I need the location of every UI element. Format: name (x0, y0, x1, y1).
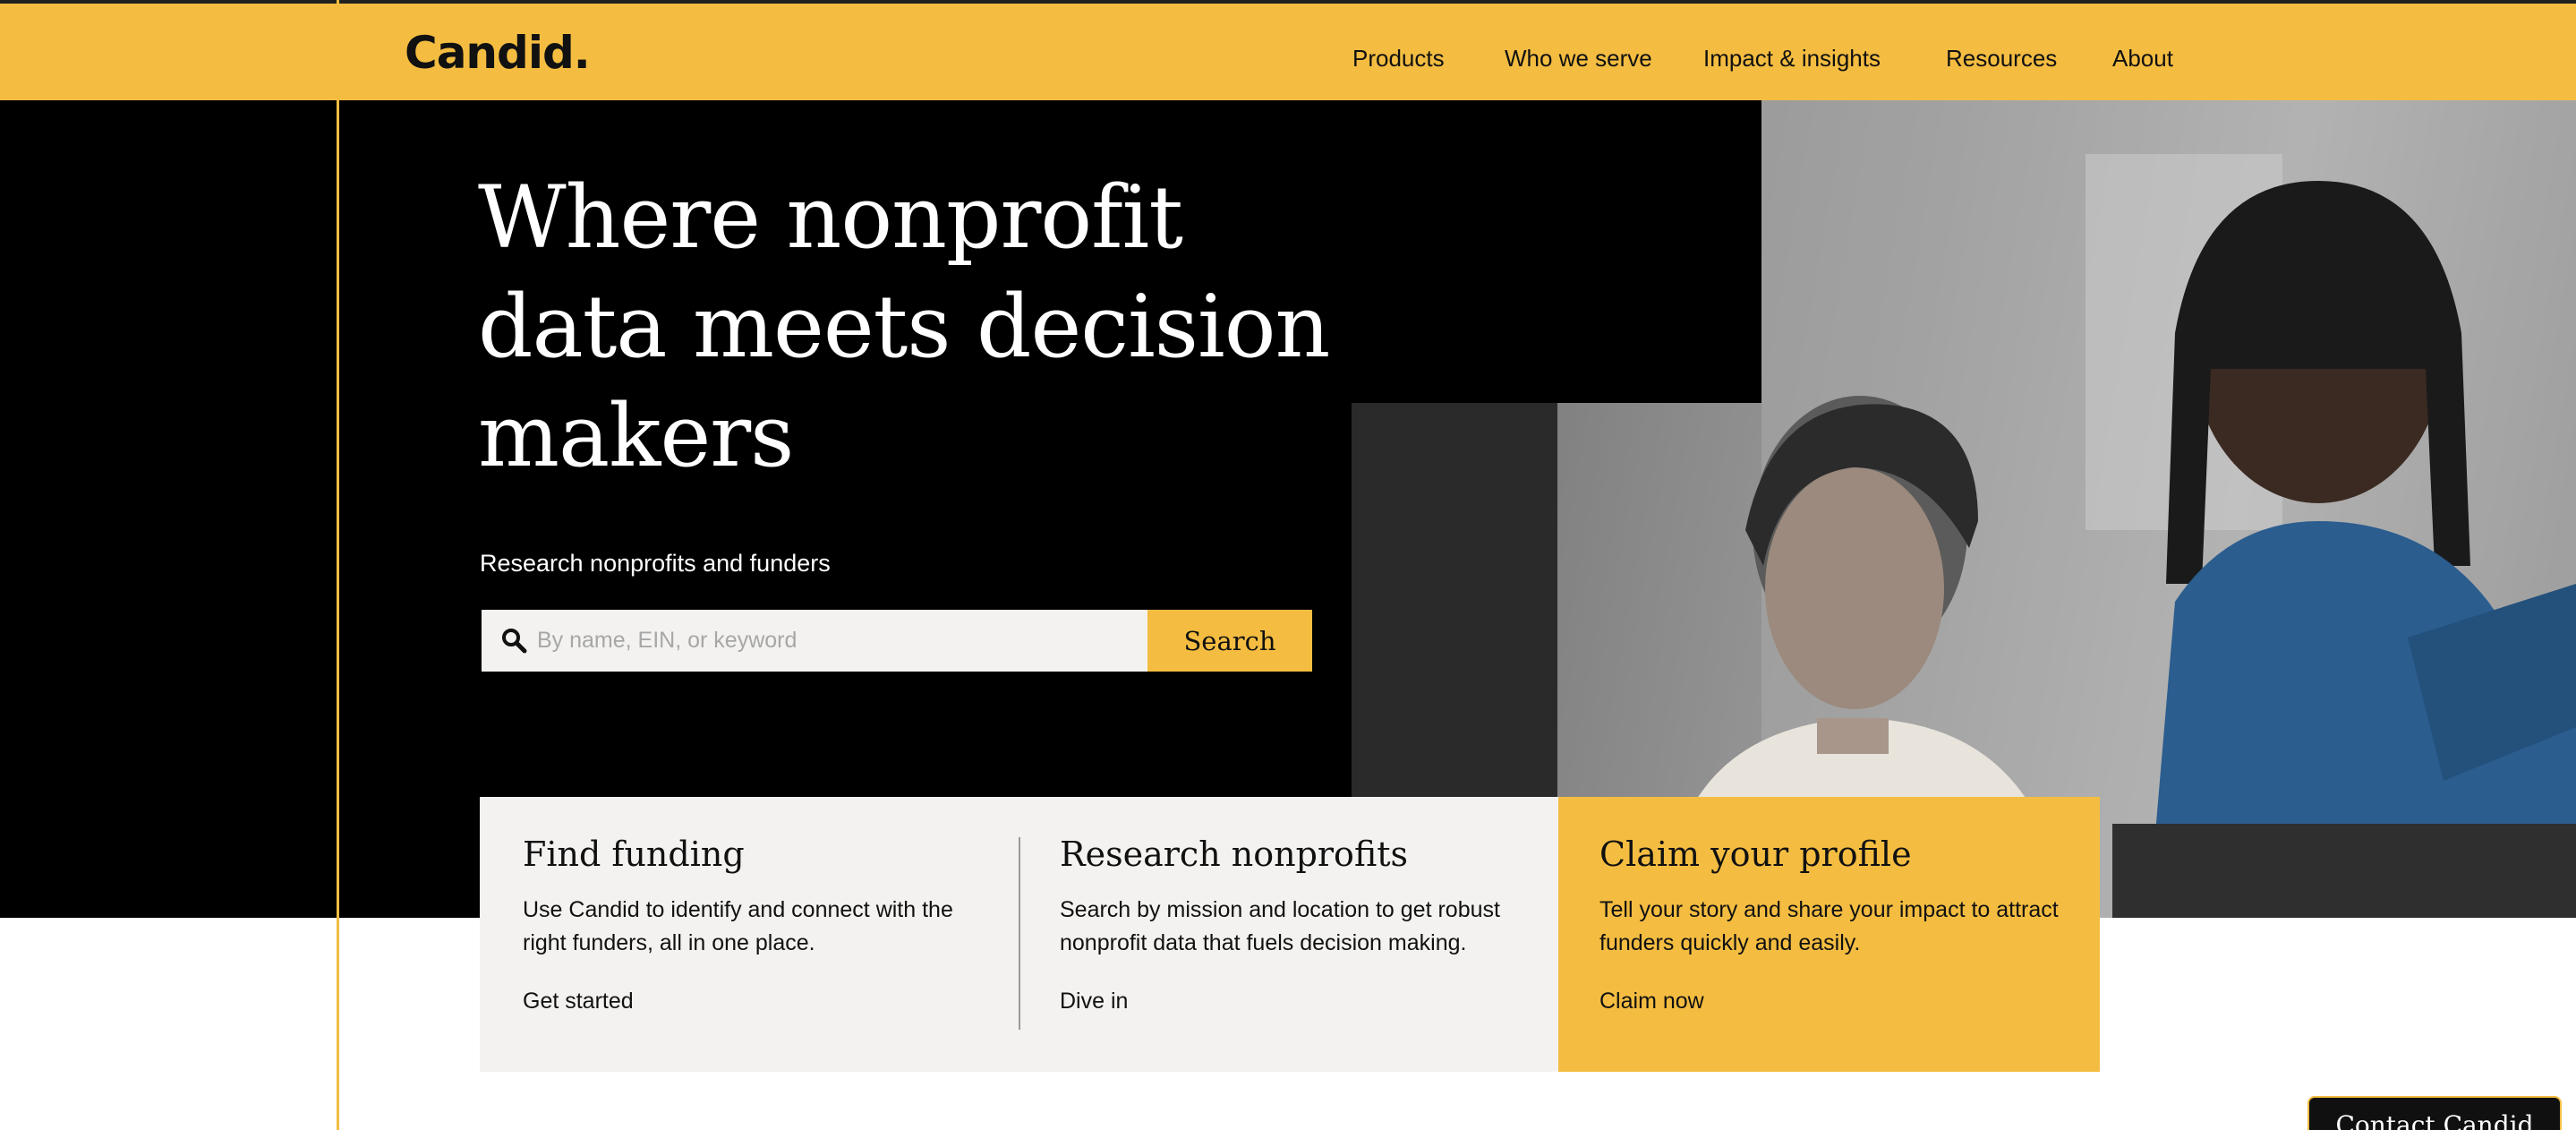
nav-products[interactable]: Products (1352, 45, 1445, 73)
card-description: Search by mission and location to get ro… (1060, 897, 1500, 955)
card-description: Tell your story and share your impact to… (1599, 897, 2059, 955)
page: Candid. Products Who we serve Impact & i… (0, 0, 2576, 1130)
search-label: Research nonprofits and funders (480, 550, 831, 577)
card-divider (1019, 837, 1020, 934)
nav-resources[interactable]: Resources (1946, 45, 2057, 73)
nav-impact-insights[interactable]: Impact & insights (1703, 45, 1881, 73)
card-divider (1019, 931, 1020, 1030)
headline-line: data meets decision (478, 277, 1330, 377)
nav-who-we-serve[interactable]: Who we serve (1505, 45, 1652, 73)
nav-about[interactable]: About (2112, 45, 2173, 73)
card-description: Use Candid to identify and connect with … (523, 897, 953, 955)
search-button[interactable]: Search (1147, 610, 1312, 672)
card-title: Find funding (523, 835, 745, 874)
card-title: Research nonprofits (1060, 835, 1409, 874)
search-input[interactable] (533, 610, 1142, 672)
main-nav: Products Who we serve Impact & insights … (0, 45, 2576, 81)
accent-vertical-line (337, 0, 339, 1130)
headline-line: Where nonprofit (478, 167, 1183, 268)
card-research-nonprofits: Research nonprofits Search by mission an… (1019, 797, 1560, 1072)
search-box (482, 610, 1147, 672)
card-title: Claim your profile (1599, 835, 1912, 874)
headline-line: makers (478, 386, 794, 486)
card-link-get-started[interactable]: Get started (523, 989, 634, 1014)
card-link-dive-in[interactable]: Dive in (1060, 989, 1128, 1014)
search-icon (502, 629, 527, 654)
card-find-funding: Find funding Use Candid to identify and … (480, 797, 1019, 1072)
card-link-claim-now[interactable]: Claim now (1599, 989, 1704, 1014)
card-claim-profile: Claim your profile Tell your story and s… (1558, 797, 2100, 1072)
site-header: Candid. Products Who we serve Impact & i… (0, 0, 2576, 100)
feature-cards: Find funding Use Candid to identify and … (480, 797, 2100, 1072)
contact-candid-button[interactable]: Contact Candid (2307, 1096, 2562, 1130)
hero-headline: Where nonprofit data meets decision make… (478, 163, 1355, 491)
people-illustration (1674, 100, 2576, 918)
hero-photo (1352, 100, 2576, 918)
